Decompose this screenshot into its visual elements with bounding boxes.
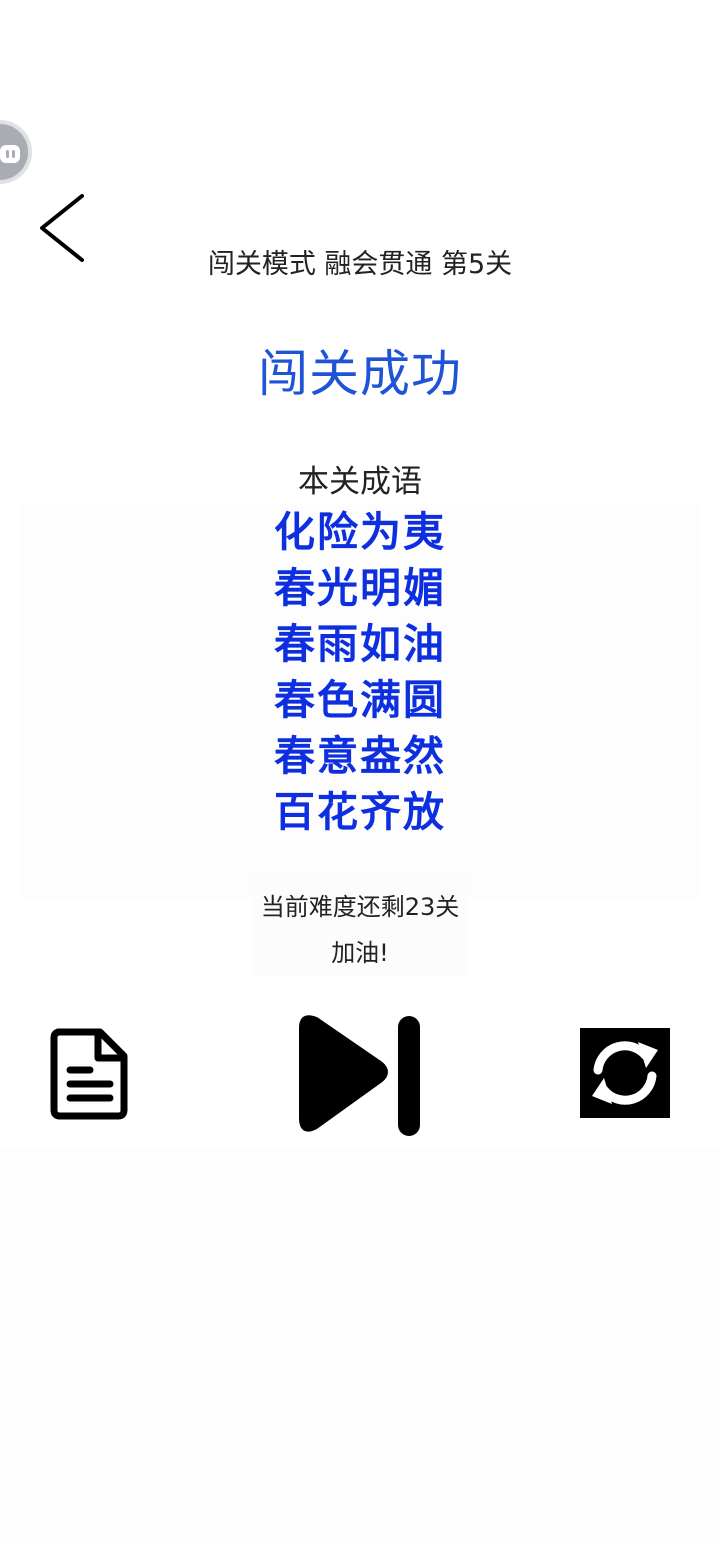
idiom-item: 百花齐放 <box>274 788 446 836</box>
assistant-bubble-icon[interactable] <box>0 120 32 184</box>
background-panel <box>0 1150 720 1544</box>
success-title: 闯关成功 <box>258 345 462 403</box>
bubble-face <box>0 145 20 163</box>
document-icon <box>50 1028 128 1120</box>
idiom-item: 春雨如油 <box>274 620 446 668</box>
skip-next-icon <box>299 1015 420 1136</box>
idiom-item: 春意盎然 <box>274 732 446 780</box>
level-subtitle: 闯关模式 融会贯通 第5关 <box>207 249 513 280</box>
idiom-item: 春光明媚 <box>274 564 446 612</box>
cheer-text: 加油! <box>331 939 389 967</box>
idiom-item: 春色满圆 <box>274 676 446 724</box>
remaining-levels-text: 当前难度还剩23关 <box>260 893 460 921</box>
idiom-item: 化险为夷 <box>274 508 446 556</box>
next-level-button[interactable] <box>296 1012 424 1140</box>
idioms-label: 本关成语 <box>298 464 422 500</box>
document-button[interactable] <box>48 1026 132 1122</box>
idiom-list: 化险为夷 春光明媚 春雨如油 春色满圆 春意盎然 百花齐放 <box>0 504 720 840</box>
refresh-icon <box>592 1041 658 1105</box>
refresh-button[interactable] <box>580 1028 670 1118</box>
